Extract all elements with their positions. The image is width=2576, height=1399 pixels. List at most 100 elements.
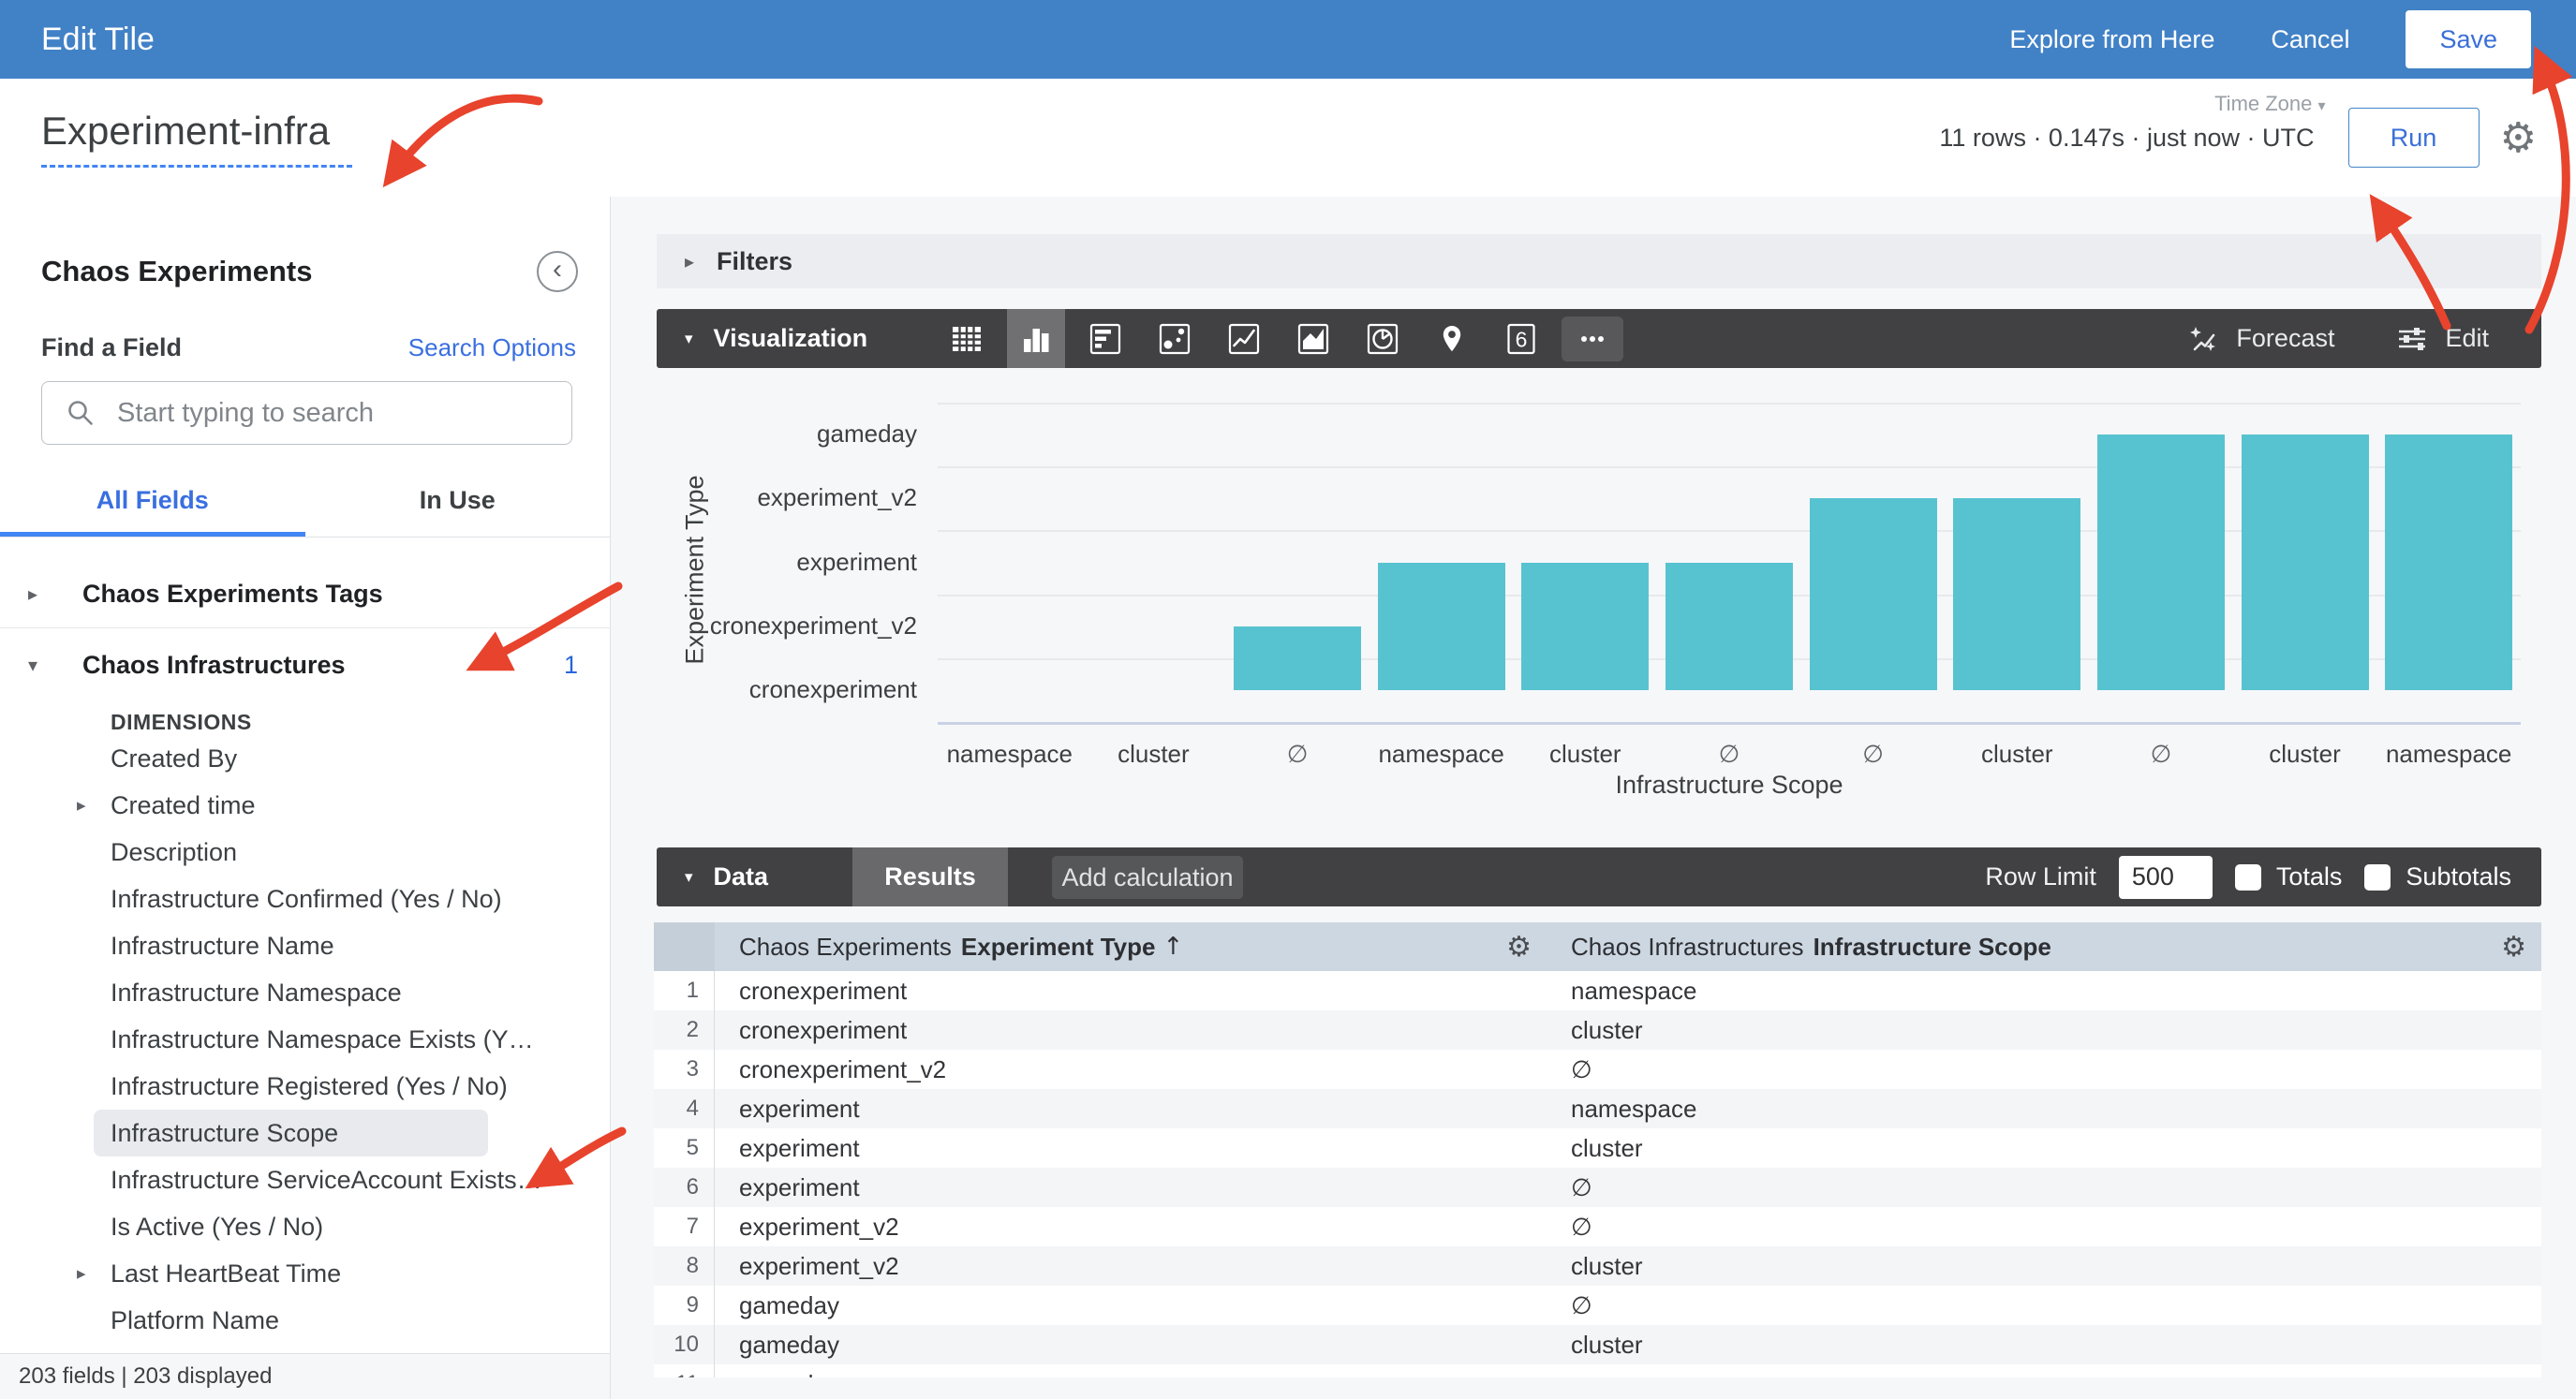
table-chart-icon[interactable] [938,309,996,368]
cell-experiment-type[interactable]: gameday [715,1364,1547,1377]
column-gear-icon[interactable]: ⚙ [1506,931,1532,964]
cell-experiment-type[interactable]: cronexperiment [715,1010,1547,1050]
cell-infrastructure-scope[interactable]: namespace [1547,1089,2541,1128]
sidebar-field-infrastructure-registered-yes-no[interactable]: Infrastructure Registered (Yes / No) [0,1063,610,1110]
column-header-infrastructure-scope[interactable]: Chaos Infrastructures Infrastructure Sco… [1547,922,2541,971]
results-tab[interactable]: Results [852,847,1008,906]
cell-experiment-type[interactable]: cronexperiment_v2 [715,1050,1547,1089]
more-icon[interactable] [1562,317,1623,361]
bar--gameday[interactable] [2097,434,2225,690]
filters-section-bar[interactable]: ▸ Filters [657,234,2541,288]
bar--experiment-v2[interactable] [1810,498,1937,690]
sidebar-field-created-time[interactable]: ▸Created time [0,782,610,829]
tab-in-use[interactable]: In Use [305,486,611,537]
sidebar-field-infrastructure-name[interactable]: Infrastructure Name [0,922,610,969]
sidebar-field-platform-name[interactable]: Platform Name [0,1297,610,1344]
save-button[interactable]: Save [2406,10,2531,68]
cancel-button[interactable]: Cancel [2271,25,2349,54]
bar-namespace-experiment[interactable] [1378,563,1505,690]
search-options-link[interactable]: Search Options [408,333,576,362]
data-bar-controls: Row Limit Totals Subtotals [1985,847,2541,906]
collapse-sidebar-icon[interactable]: ‹ [537,251,578,292]
y-tick-label: cronexperiment_v2 [636,611,917,641]
timezone-value: UTC [2262,124,2315,152]
chevron-right-icon[interactable]: ▸ [28,582,37,606]
bar-cluster-experiment-v2[interactable] [1953,498,2080,690]
cell-infrastructure-scope[interactable]: ∅ [1547,1207,2541,1246]
bar-namespace-gameday[interactable] [2385,434,2512,690]
scatter-chart-icon[interactable] [1146,309,1204,368]
x-tick-label: ∅ [2089,740,2233,769]
row-number-header [654,922,715,971]
cell-experiment-type[interactable]: experiment_v2 [715,1246,1547,1286]
sidebar-field-infrastructure-namespace[interactable]: Infrastructure Namespace [0,969,610,1016]
run-button[interactable]: Run [2348,108,2480,168]
sidebar-field-infrastructure-namespace-exists-y[interactable]: Infrastructure Namespace Exists (Y… [0,1016,610,1063]
chevron-right-icon[interactable]: ▸ [77,1263,86,1285]
cell-infrastructure-scope[interactable]: ∅ [1547,1286,2541,1325]
chevron-right-icon[interactable]: ▸ [685,250,694,273]
group-chaos-experiments-tags[interactable]: ▸ Chaos Experiments Tags [0,567,610,620]
cell-infrastructure-scope[interactable]: cluster [1547,1010,2541,1050]
subtotals-checkbox[interactable] [2364,864,2391,891]
explore-from-here-button[interactable]: Explore from Here [2009,25,2214,54]
bar--experiment[interactable] [1666,563,1793,690]
sidebar-field-description[interactable]: Description [0,829,610,876]
forecast-button[interactable]: Forecast [2185,321,2334,357]
chevron-down-icon[interactable]: ▾ [685,330,693,348]
cell-infrastructure-scope[interactable]: cluster [1547,1246,2541,1286]
column-chart-icon[interactable] [1007,309,1065,368]
timezone-selector[interactable]: Time Zone ▾ [2214,92,2325,116]
single-value-icon[interactable]: 6 [1492,309,1550,368]
cell-experiment-type[interactable]: experiment [715,1128,1547,1168]
bar-cluster-experiment[interactable] [1521,563,1649,690]
add-calculation-button[interactable]: Add calculation [1052,856,1243,899]
cell-experiment-type[interactable]: gameday [715,1325,1547,1364]
cell-experiment-type[interactable]: gameday [715,1286,1547,1325]
field-label: Created By [111,744,237,773]
field-search-input[interactable]: Start typing to search [41,381,572,445]
totals-checkbox[interactable] [2235,864,2261,891]
column-gear-icon[interactable]: ⚙ [2501,931,2526,964]
cell-infrastructure-scope[interactable]: cluster [1547,1325,2541,1364]
sidebar-field-created-by[interactable]: Created By [0,735,610,782]
settings-gear-icon[interactable]: ⚙ [2500,114,2537,162]
edit-viz-button[interactable]: Edit [2394,321,2489,357]
cell-experiment-type[interactable]: cronexperiment [715,971,1547,1010]
sidebar-field-infrastructure-confirmed-yes-no[interactable]: Infrastructure Confirmed (Yes / No) [0,876,610,922]
cell-experiment-type[interactable]: experiment [715,1168,1547,1207]
chevron-down-icon[interactable]: ▾ [28,654,37,677]
cell-infrastructure-scope[interactable]: ∅ [1547,1168,2541,1207]
map-chart-icon[interactable] [1423,309,1481,368]
table-row: 3cronexperiment_v2∅ [654,1050,2541,1089]
bar-cluster-gameday[interactable] [2242,434,2369,690]
viz-bar-actions: Forecast Edit [2185,309,2541,368]
row-limit-input[interactable] [2119,856,2213,899]
area-chart-icon[interactable] [1284,309,1342,368]
sidebar-field-is-active-yes-no[interactable]: Is Active (Yes / No) [0,1203,610,1250]
chevron-down-icon[interactable]: ▾ [685,868,693,887]
group-chaos-infrastructures[interactable]: ▾ Chaos Infrastructures 1 [0,636,610,694]
cell-infrastructure-scope[interactable]: namespace [1547,971,2541,1010]
dimensions-section-label: DIMENSIONS [0,694,610,735]
cell-infrastructure-scope[interactable]: namespace [1547,1364,2541,1377]
explore-main-area: ▸ Filters ▾ Visualization 6 Forecast [611,197,2576,1399]
bar-chart-icon[interactable] [1076,309,1134,368]
cell-experiment-type[interactable]: experiment [715,1089,1547,1128]
tab-all-fields[interactable]: All Fields [0,486,305,537]
chevron-right-icon[interactable]: ▸ [77,795,86,817]
line-chart-icon[interactable] [1215,309,1273,368]
sidebar-field-infrastructure-scope[interactable]: Infrastructure Scope [94,1110,488,1156]
cell-experiment-type[interactable]: experiment_v2 [715,1207,1547,1246]
pie-chart-icon[interactable] [1354,309,1412,368]
row-number: 2 [654,1010,715,1050]
sidebar-field-infrastructure-serviceaccount-exists[interactable]: Infrastructure ServiceAccount Exists… [0,1156,610,1203]
sidebar-field-last-heartbeat-time[interactable]: ▸Last HeartBeat Time [0,1250,610,1297]
tile-name[interactable]: Experiment-infra [41,109,330,153]
tile-name-field[interactable]: Experiment-infra [41,109,352,168]
bar--cronexperiment-v2[interactable] [1234,626,1361,690]
cell-infrastructure-scope[interactable]: cluster [1547,1128,2541,1168]
column-header-experiment-type[interactable]: Chaos Experiments Experiment Type ↑ ⚙ [715,922,1547,971]
cell-infrastructure-scope[interactable]: ∅ [1547,1050,2541,1089]
table-row: 1cronexperimentnamespace [654,971,2541,1010]
